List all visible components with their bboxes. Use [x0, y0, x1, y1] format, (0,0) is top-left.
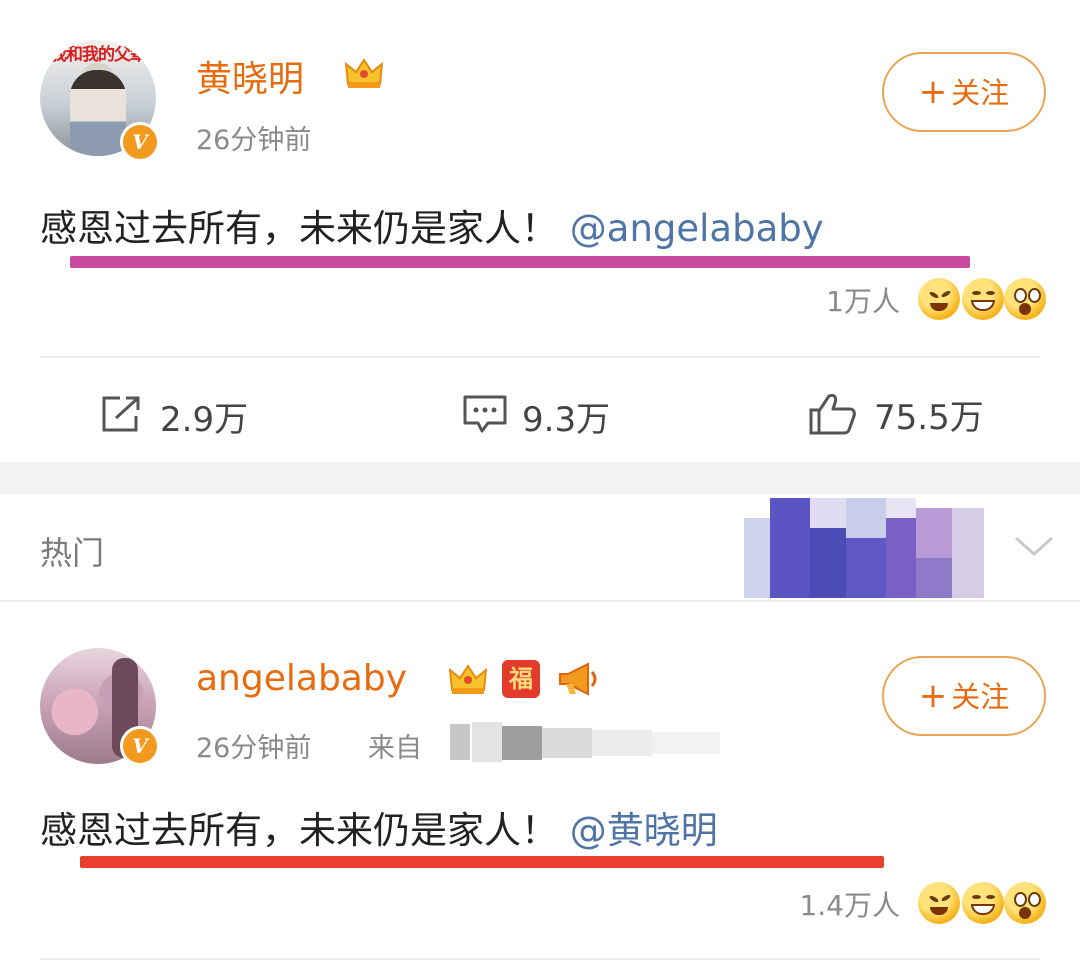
avatar-poster-text: 我和我的父辈: [50, 45, 147, 65]
post-text-body: 感恩过去所有，未来仍是家人！: [40, 207, 558, 250]
mention-link[interactable]: @angelababy: [570, 207, 824, 250]
post-time: 26分钟前: [196, 733, 312, 764]
like-button[interactable]: 75.5万: [808, 390, 1008, 438]
repost-count: 2.9万: [160, 400, 249, 440]
section-separator: [0, 462, 1080, 494]
grin-emoji-icon: [962, 278, 1004, 320]
post-time: 26分钟前: [196, 125, 312, 156]
divider: [40, 958, 1040, 960]
comment-count: 9.3万: [522, 400, 611, 440]
avatar-figure: [70, 70, 126, 156]
thumbs-up-icon: [809, 393, 856, 435]
verified-v-icon: V: [120, 122, 160, 162]
reaction-count[interactable]: 1.4万人: [700, 884, 900, 924]
fu-badge-icon: 福: [502, 660, 540, 698]
laugh-cry-emoji-icon: [918, 278, 960, 320]
follow-label: 关注: [951, 76, 1010, 110]
hot-section-label[interactable]: 热门: [40, 528, 104, 574]
share-icon: [102, 396, 140, 432]
divider: [40, 356, 1040, 358]
divider: [0, 600, 1080, 602]
follow-button[interactable]: + 关注: [882, 656, 1046, 736]
verified-v-icon: V: [120, 726, 160, 766]
crown-icon: [344, 58, 384, 88]
plus-icon: +: [918, 72, 948, 112]
like-count: 75.5万: [874, 398, 984, 438]
shocked-emoji-icon: [1004, 278, 1046, 320]
reaction-count[interactable]: 1万人: [740, 280, 900, 320]
highlight-underline: [80, 856, 884, 868]
repost-button[interactable]: 2.9万: [100, 392, 280, 440]
highlight-underline: [70, 256, 970, 268]
blurred-source: [450, 718, 720, 764]
crown-icon: [448, 664, 488, 694]
source-prefix: 来自: [368, 733, 422, 764]
grin-emoji-icon: [962, 882, 1004, 924]
username[interactable]: angelababy: [196, 658, 407, 699]
megaphone-icon: [559, 662, 597, 696]
post-text-body: 感恩过去所有，未来仍是家人！: [40, 809, 558, 852]
blurred-content: [744, 498, 984, 600]
comment-icon: [463, 395, 507, 433]
follow-button[interactable]: + 关注: [882, 52, 1046, 132]
post-text: 感恩过去所有，未来仍是家人！ @黄晓明: [40, 800, 718, 854]
post-text: 感恩过去所有，未来仍是家人！ @angelababy: [40, 198, 824, 252]
mention-link[interactable]: @黄晓明: [570, 809, 718, 852]
laugh-cry-emoji-icon: [918, 882, 960, 924]
chevron-down-icon[interactable]: [1012, 532, 1056, 560]
comment-button[interactable]: 9.3万: [462, 392, 642, 440]
username[interactable]: 黄晓明: [196, 50, 304, 102]
plus-icon: +: [918, 676, 948, 716]
shocked-emoji-icon: [1004, 882, 1046, 924]
follow-label: 关注: [951, 680, 1010, 714]
